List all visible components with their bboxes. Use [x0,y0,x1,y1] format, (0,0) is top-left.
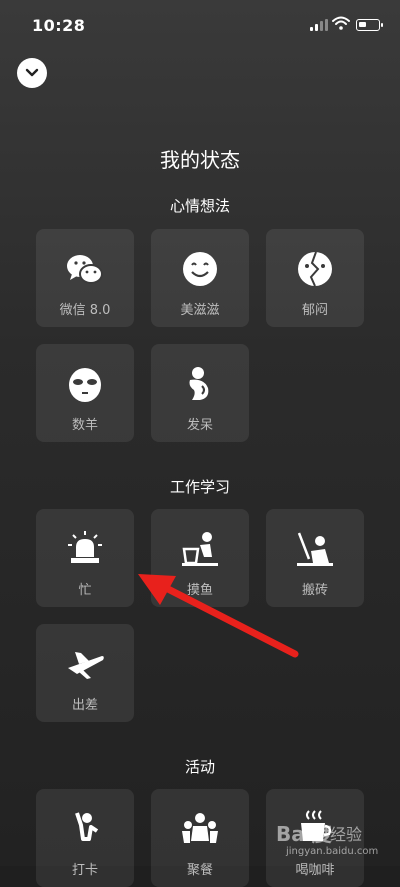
status-screen: 10:28 我的状态 心情想法 微信 8.0 美滋滋 郁闷 数羊 发呆 工作学习… [0,0,400,887]
status-option-business-trip[interactable]: 出差 [36,624,134,722]
wifi-icon [332,16,350,30]
broken-face-icon [298,251,332,287]
status-option-gloomy[interactable]: 郁闷 [266,229,364,327]
battery-icon [356,19,383,31]
status-option-happy[interactable]: 美滋滋 [151,229,249,327]
watermark-logo: Bai度 [276,822,332,846]
page-title: 我的状态 [160,148,240,172]
status-option-daze[interactable]: 发呆 [151,344,249,442]
status-option-slacking[interactable]: 摸鱼 [151,509,249,607]
status-option-wechat[interactable]: 微信 8.0 [36,229,134,327]
status-option-check-in[interactable]: 打卡 [36,789,134,887]
watermark-text: 经验 [330,825,363,844]
status-option-dinner[interactable]: 聚餐 [151,789,249,887]
section-title-work: 工作学习 [169,478,230,496]
group-people-icon [182,813,218,843]
status-option-label: 打卡 [71,863,98,878]
status-option-label: 郁闷 [301,303,328,318]
chevron-down-icon [25,68,39,77]
alarm-siren-icon [68,531,102,563]
status-option-label: 数羊 [71,418,98,433]
watermark-url: jingyan.baidu.com [286,846,379,857]
person-at-desk-icon [182,532,218,566]
status-option-label: 聚餐 [186,863,213,878]
status-option-busy[interactable]: 忙 [36,509,134,607]
status-time: 10:28 [32,16,86,35]
wechat-icon [67,255,103,284]
section-title-mood: 心情想法 [169,197,230,215]
status-option-label: 美滋滋 [180,303,220,318]
smile-face-icon [183,252,217,286]
status-option-label: 搬砖 [301,583,328,598]
airplane-icon [68,652,104,679]
status-option-label: 微信 8.0 [59,303,111,318]
section-title-activity: 活动 [184,758,215,776]
checkin-figure-icon [75,812,99,841]
status-option-label: 忙 [78,583,92,598]
status-option-label: 出差 [71,698,98,713]
status-option-counting-sheep[interactable]: 数羊 [36,344,134,442]
sleepy-face-icon [69,368,101,402]
status-option-label: 发呆 [186,418,213,433]
cellular-signal-icon [310,19,328,31]
baidu-jingyan-watermark: Bai度 经验 jingyan.baidu.com [268,818,398,866]
status-bar: 10:28 [0,0,400,50]
collapse-button[interactable] [17,58,47,88]
status-option-grinding[interactable]: 搬砖 [266,509,364,607]
daze-figure-icon [189,367,209,400]
person-working-icon [297,532,333,566]
status-option-label: 摸鱼 [186,583,213,598]
